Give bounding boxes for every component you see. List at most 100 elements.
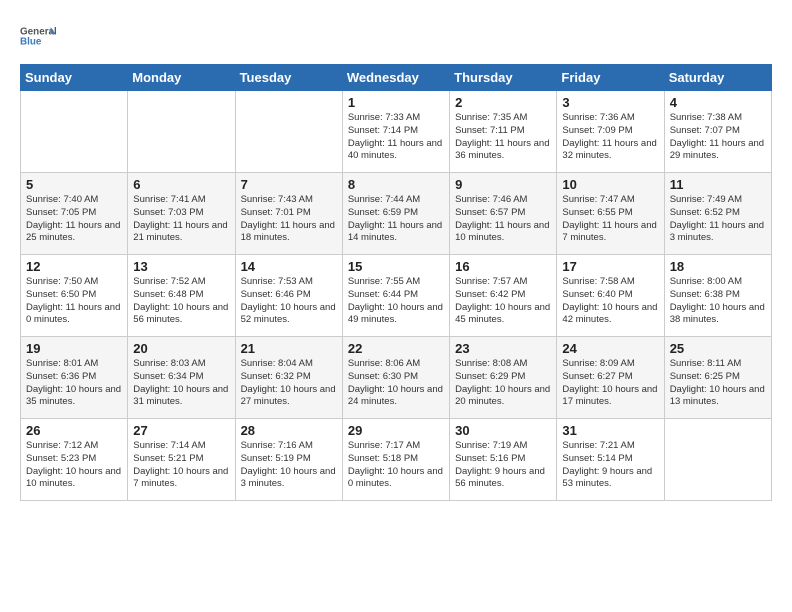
day-info: Sunrise: 7:44 AM Sunset: 6:59 PM Dayligh…: [348, 194, 444, 245]
day-number: 29: [348, 423, 444, 438]
day-cell: 18 Sunrise: 8:00 AM Sunset: 6:38 PM Dayli…: [664, 255, 771, 337]
logo: General Blue: [20, 18, 56, 54]
day-info: Sunrise: 7:19 AM Sunset: 5:16 PM Dayligh…: [455, 440, 551, 491]
day-info: Sunrise: 7:38 AM Sunset: 7:07 PM Dayligh…: [670, 112, 766, 163]
day-cell: 13Sunrise: 7:52 AM Sunset: 6:48 PM Dayli…: [128, 255, 235, 337]
week-row-4: 26Sunrise: 7:12 AM Sunset: 5:23 PM Dayli…: [21, 419, 772, 501]
day-cell: 19 Sunrise: 8:01 AM Sunset: 6:36 PM Dayli…: [21, 337, 128, 419]
day-cell: 27Sunrise: 7:14 AM Sunset: 5:21 PM Dayli…: [128, 419, 235, 501]
day-info: Sunrise: 7:35 AM Sunset: 7:11 PM Dayligh…: [455, 112, 551, 163]
day-cell: 26Sunrise: 7:12 AM Sunset: 5:23 PM Dayli…: [21, 419, 128, 501]
day-cell: 10 Sunrise: 7:47 AM Sunset: 6:55 PM Dayli…: [557, 173, 664, 255]
day-number: 24: [562, 341, 658, 356]
day-number: 19: [26, 341, 122, 356]
calendar: SundayMondayTuesdayWednesdayThursdayFrid…: [20, 64, 772, 501]
day-number: 30: [455, 423, 551, 438]
day-info: Sunrise: 7:41 AM Sunset: 7:03 PM Dayligh…: [133, 194, 229, 245]
day-cell: 4 Sunrise: 7:38 AM Sunset: 7:07 PM Daylig…: [664, 91, 771, 173]
day-cell: 16 Sunrise: 7:57 AM Sunset: 6:42 PM Dayli…: [450, 255, 557, 337]
week-row-2: 12 Sunrise: 7:50 AM Sunset: 6:50 PM Dayli…: [21, 255, 772, 337]
day-number: 27: [133, 423, 229, 438]
day-cell: [128, 91, 235, 173]
day-number: 23: [455, 341, 551, 356]
day-info: Sunrise: 7:53 AM Sunset: 6:46 PM Dayligh…: [241, 276, 337, 327]
day-cell: 2Sunrise: 7:35 AM Sunset: 7:11 PM Daylig…: [450, 91, 557, 173]
day-info: Sunrise: 7:16 AM Sunset: 5:19 PM Dayligh…: [241, 440, 337, 491]
day-info: Sunrise: 7:17 AM Sunset: 5:18 PM Dayligh…: [348, 440, 444, 491]
day-number: 8: [348, 177, 444, 192]
day-info: Sunrise: 7:50 AM Sunset: 6:50 PM Dayligh…: [26, 276, 122, 327]
day-cell: 15 Sunrise: 7:55 AM Sunset: 6:44 PM Dayli…: [342, 255, 449, 337]
svg-text:Blue: Blue: [20, 37, 42, 48]
day-cell: 5Sunrise: 7:40 AM Sunset: 7:05 PM Daylig…: [21, 173, 128, 255]
day-number: 4: [670, 95, 766, 110]
weekday-sunday: Sunday: [21, 65, 128, 91]
day-number: 18: [670, 259, 766, 274]
day-cell: 20 Sunrise: 8:03 AM Sunset: 6:34 PM Dayli…: [128, 337, 235, 419]
day-cell: 1 Sunrise: 7:33 AM Sunset: 7:14 PM Daylig…: [342, 91, 449, 173]
day-number: 15: [348, 259, 444, 274]
day-cell: 6 Sunrise: 7:41 AM Sunset: 7:03 PM Daylig…: [128, 173, 235, 255]
weekday-wednesday: Wednesday: [342, 65, 449, 91]
day-number: 22: [348, 341, 444, 356]
day-info: Sunrise: 7:40 AM Sunset: 7:05 PM Dayligh…: [26, 194, 122, 245]
day-info: Sunrise: 8:04 AM Sunset: 6:32 PM Dayligh…: [241, 358, 337, 409]
day-info: Sunrise: 8:09 AM Sunset: 6:27 PM Dayligh…: [562, 358, 658, 409]
day-info: Sunrise: 8:06 AM Sunset: 6:30 PM Dayligh…: [348, 358, 444, 409]
day-info: Sunrise: 7:47 AM Sunset: 6:55 PM Dayligh…: [562, 194, 658, 245]
header: General Blue: [20, 18, 772, 54]
day-number: 25: [670, 341, 766, 356]
day-info: Sunrise: 8:03 AM Sunset: 6:34 PM Dayligh…: [133, 358, 229, 409]
day-number: 21: [241, 341, 337, 356]
weekday-thursday: Thursday: [450, 65, 557, 91]
day-info: Sunrise: 7:58 AM Sunset: 6:40 PM Dayligh…: [562, 276, 658, 327]
day-cell: 7Sunrise: 7:43 AM Sunset: 7:01 PM Daylig…: [235, 173, 342, 255]
day-cell: [21, 91, 128, 173]
day-info: Sunrise: 7:43 AM Sunset: 7:01 PM Dayligh…: [241, 194, 337, 245]
day-info: Sunrise: 8:00 AM Sunset: 6:38 PM Dayligh…: [670, 276, 766, 327]
day-number: 17: [562, 259, 658, 274]
weekday-saturday: Saturday: [664, 65, 771, 91]
day-cell: 30 Sunrise: 7:19 AM Sunset: 5:16 PM Dayli…: [450, 419, 557, 501]
day-number: 20: [133, 341, 229, 356]
week-row-1: 5Sunrise: 7:40 AM Sunset: 7:05 PM Daylig…: [21, 173, 772, 255]
day-number: 31: [562, 423, 658, 438]
weekday-friday: Friday: [557, 65, 664, 91]
day-cell: 23 Sunrise: 8:08 AM Sunset: 6:29 PM Dayli…: [450, 337, 557, 419]
day-number: 6: [133, 177, 229, 192]
day-number: 16: [455, 259, 551, 274]
day-number: 12: [26, 259, 122, 274]
day-cell: 17 Sunrise: 7:58 AM Sunset: 6:40 PM Dayli…: [557, 255, 664, 337]
day-number: 1: [348, 95, 444, 110]
day-cell: 9Sunrise: 7:46 AM Sunset: 6:57 PM Daylig…: [450, 173, 557, 255]
page: General Blue SundayMondayTuesdayWednesda…: [0, 0, 792, 612]
day-info: Sunrise: 8:08 AM Sunset: 6:29 PM Dayligh…: [455, 358, 551, 409]
day-info: Sunrise: 7:49 AM Sunset: 6:52 PM Dayligh…: [670, 194, 766, 245]
week-row-3: 19 Sunrise: 8:01 AM Sunset: 6:36 PM Dayli…: [21, 337, 772, 419]
day-cell: 24 Sunrise: 8:09 AM Sunset: 6:27 PM Dayli…: [557, 337, 664, 419]
day-number: 13: [133, 259, 229, 274]
day-cell: 21 Sunrise: 8:04 AM Sunset: 6:32 PM Dayli…: [235, 337, 342, 419]
day-number: 11: [670, 177, 766, 192]
day-cell: 31 Sunrise: 7:21 AM Sunset: 5:14 PM Dayli…: [557, 419, 664, 501]
day-info: Sunrise: 7:57 AM Sunset: 6:42 PM Dayligh…: [455, 276, 551, 327]
day-cell: 12 Sunrise: 7:50 AM Sunset: 6:50 PM Dayli…: [21, 255, 128, 337]
day-cell: [235, 91, 342, 173]
day-info: Sunrise: 7:21 AM Sunset: 5:14 PM Dayligh…: [562, 440, 658, 491]
day-cell: 3Sunrise: 7:36 AM Sunset: 7:09 PM Daylig…: [557, 91, 664, 173]
day-number: 10: [562, 177, 658, 192]
day-cell: 8 Sunrise: 7:44 AM Sunset: 6:59 PM Daylig…: [342, 173, 449, 255]
day-info: Sunrise: 8:01 AM Sunset: 6:36 PM Dayligh…: [26, 358, 122, 409]
day-info: Sunrise: 7:33 AM Sunset: 7:14 PM Dayligh…: [348, 112, 444, 163]
day-cell: 11 Sunrise: 7:49 AM Sunset: 6:52 PM Dayli…: [664, 173, 771, 255]
day-cell: [664, 419, 771, 501]
day-cell: 29 Sunrise: 7:17 AM Sunset: 5:18 PM Dayli…: [342, 419, 449, 501]
week-row-0: 1 Sunrise: 7:33 AM Sunset: 7:14 PM Daylig…: [21, 91, 772, 173]
day-info: Sunrise: 7:12 AM Sunset: 5:23 PM Dayligh…: [26, 440, 122, 491]
day-info: Sunrise: 7:55 AM Sunset: 6:44 PM Dayligh…: [348, 276, 444, 327]
day-cell: 14Sunrise: 7:53 AM Sunset: 6:46 PM Dayli…: [235, 255, 342, 337]
day-cell: 28Sunrise: 7:16 AM Sunset: 5:19 PM Dayli…: [235, 419, 342, 501]
weekday-header-row: SundayMondayTuesdayWednesdayThursdayFrid…: [21, 65, 772, 91]
day-info: Sunrise: 7:46 AM Sunset: 6:57 PM Dayligh…: [455, 194, 551, 245]
weekday-tuesday: Tuesday: [235, 65, 342, 91]
